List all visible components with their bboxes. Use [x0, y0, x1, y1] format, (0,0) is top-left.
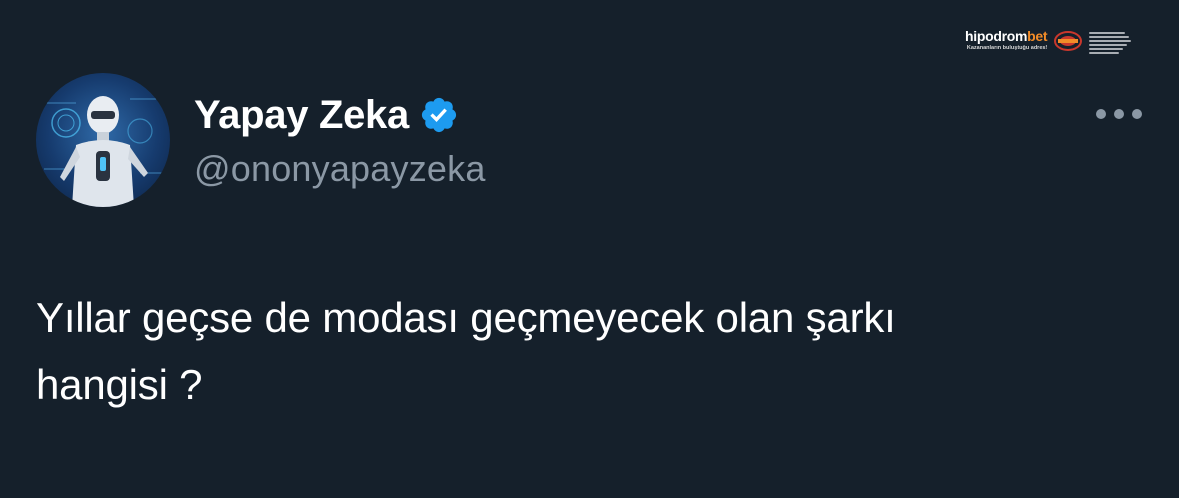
sponsor-watermark: hipodrombet Kazananların buluştuğu adres…	[965, 28, 1155, 64]
tweet-text: Yıllar geçse de modası geçmeyecek olan ş…	[36, 284, 1136, 418]
display-name[interactable]: Yapay Zeka	[194, 89, 459, 141]
sponsor-tagline: Kazananların buluştuğu adres!	[966, 45, 1048, 51]
robot-avatar-image	[44, 96, 162, 207]
sponsor-brand: hipodrombet Kazananların buluştuğu adres…	[965, 28, 1048, 52]
tweet-text-line: hangisi ?	[36, 361, 203, 408]
display-name-text[interactable]: Yapay Zeka	[194, 93, 409, 138]
more-dot-icon	[1114, 109, 1124, 119]
author-handle[interactable]: @ononyapayzeka	[194, 148, 486, 190]
avatar[interactable]	[36, 73, 170, 207]
more-dot-icon	[1132, 109, 1142, 119]
sponsor-fineprint	[1089, 32, 1132, 54]
sponsor-badge-icon	[1054, 31, 1083, 51]
more-dot-icon	[1096, 109, 1106, 119]
tweet-text-line: Yıllar geçse de modası geçmeyecek olan ş…	[36, 294, 896, 341]
verified-badge-icon[interactable]	[419, 95, 459, 135]
more-options-icon[interactable]	[1096, 100, 1142, 128]
sponsor-logo: hipodrombet	[965, 28, 1048, 44]
